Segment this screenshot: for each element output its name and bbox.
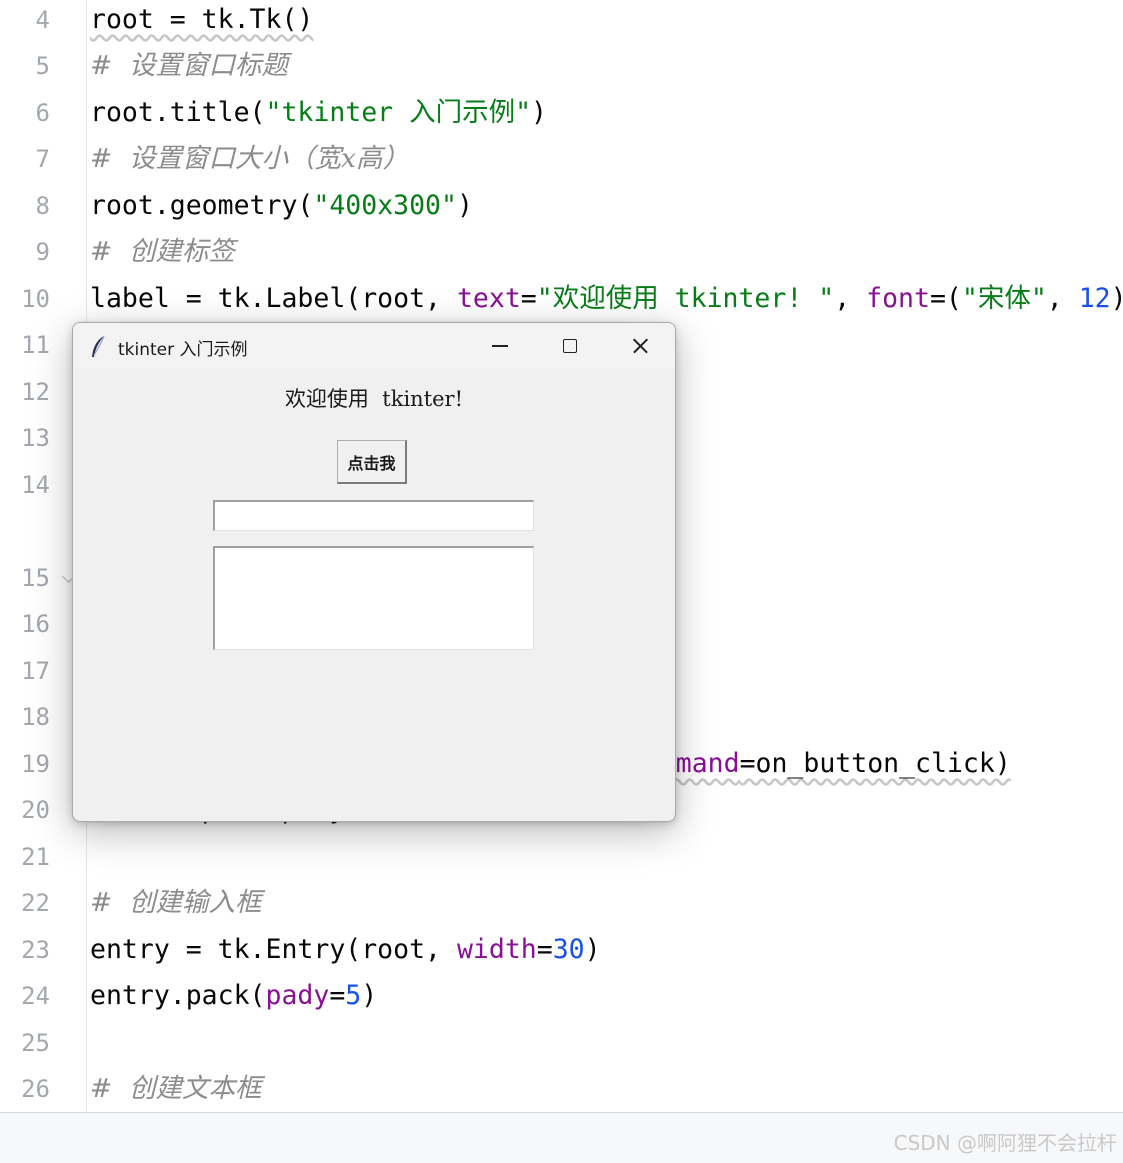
close-button[interactable]: [605, 323, 675, 369]
line-number: 15: [21, 564, 50, 592]
minimize-button[interactable]: [465, 323, 535, 369]
click-me-button[interactable]: 点击我: [337, 440, 407, 484]
line-number: 7: [35, 145, 50, 173]
code-text[interactable]: entry = tk.Entry(root, width=30): [90, 930, 601, 970]
line-number: 20: [21, 796, 50, 824]
code-line[interactable]: 7 # 设置窗口大小（宽x高）: [0, 139, 1123, 179]
line-number: 23: [21, 936, 50, 964]
line-number: 13: [21, 424, 50, 452]
window-title: tkinter 入门示例: [118, 340, 248, 360]
line-number: 25: [21, 1029, 50, 1057]
code-line[interactable]: 6 root.title("tkinter 入门示例"): [0, 93, 1123, 133]
code-token: font: [866, 283, 930, 314]
code-text[interactable]: # 创建标签: [90, 232, 235, 272]
code-text[interactable]: root.title("tkinter 入门示例"): [90, 93, 547, 133]
welcome-label: 欢迎使用 tkinter!: [284, 387, 464, 411]
line-number: 16: [21, 610, 50, 638]
code-token: ,: [1046, 283, 1079, 314]
tkinter-window[interactable]: tkinter 入门示例 欢迎使用 tkinter! 点击我: [72, 322, 676, 822]
code-line[interactable]: 9 # 创建标签: [0, 232, 1123, 272]
code-token: root = tk.Tk(): [90, 4, 314, 35]
code-token: =on_button_click): [739, 748, 1011, 779]
line-number: 6: [35, 99, 50, 127]
code-line[interactable]: 5 # 设置窗口标题: [0, 46, 1123, 86]
code-line[interactable]: 8 root.geometry("400x300"): [0, 186, 1123, 226]
line-number: 17: [21, 657, 50, 685]
code-token: label = tk.Label(root,: [90, 283, 457, 314]
code-token: # 设置窗口标题: [90, 50, 289, 81]
code-token: "宋体": [961, 283, 1047, 314]
code-text[interactable]: root.geometry("400x300"): [90, 186, 473, 226]
code-text[interactable]: entry.pack(pady=5): [90, 976, 377, 1016]
watermark: CSDN @啊阿狸不会拉杆: [893, 1131, 1117, 1155]
status-bar: CSDN @啊阿狸不会拉杆: [0, 1112, 1123, 1163]
line-number: 24: [21, 982, 50, 1010]
code-line[interactable]: 23 entry = tk.Entry(root, width=30): [0, 930, 1123, 970]
line-number: 19: [21, 750, 50, 778]
code-text[interactable]: # 设置窗口标题: [90, 46, 288, 86]
code-token: ): [531, 97, 548, 128]
line-number: 22: [21, 889, 50, 917]
line-number: 8: [35, 192, 50, 220]
code-token: ): [456, 190, 473, 221]
code-token: =(: [929, 283, 962, 314]
code-line[interactable]: 24 entry.pack(pady=5): [0, 976, 1123, 1016]
code-token: text: [456, 283, 521, 314]
code-line[interactable]: 21: [0, 837, 1123, 877]
code-token: # 创建文本框: [90, 1073, 262, 1104]
code-token: ): [361, 980, 378, 1011]
code-token: # 创建标签: [90, 236, 236, 267]
code-token: =: [329, 980, 346, 1011]
line-number: 12: [21, 378, 50, 406]
code-line[interactable]: 22 # 创建输入框: [0, 883, 1123, 923]
maximize-button[interactable]: [535, 323, 605, 369]
code-token: entry = tk.Entry(root,: [90, 934, 457, 965]
line-number: 9: [35, 238, 50, 266]
code-text[interactable]: label = tk.Label(root, text="欢迎使用 tkinte…: [90, 279, 1123, 319]
code-token: 30: [552, 934, 585, 965]
line-number: 21: [21, 843, 50, 871]
line-number: 18: [21, 703, 50, 731]
code-line[interactable]: 4 root = tk.Tk(): [0, 0, 1123, 40]
code-token: width: [456, 934, 537, 965]
code-token: # 设置窗口大小（宽x高）: [90, 143, 409, 174]
code-token: 12: [1078, 283, 1111, 314]
code-token: root.title(: [90, 97, 266, 128]
feather-icon: [92, 335, 105, 357]
line-number: 10: [21, 285, 50, 313]
code-token: "tkinter 入门示例": [265, 97, 532, 128]
code-token: =: [520, 283, 537, 314]
code-token: root.geometry(: [90, 190, 314, 221]
window-titlebar[interactable]: tkinter 入门示例: [73, 323, 675, 369]
code-token: =: [536, 934, 553, 965]
line-number: 14: [21, 471, 50, 499]
entry-input[interactable]: [213, 500, 534, 531]
code-text[interactable]: # 创建输入框: [90, 883, 262, 923]
code-token: entry.pack(: [90, 980, 266, 1011]
code-token: ,: [834, 283, 867, 314]
line-number: 11: [21, 331, 50, 359]
line-number: 4: [35, 6, 50, 34]
code-token: 5: [345, 980, 362, 1011]
code-token: ): [584, 934, 601, 965]
code-token: "400x300": [313, 190, 457, 221]
line-number: 26: [21, 1075, 50, 1103]
code-text[interactable]: # 创建文本框: [90, 1069, 262, 1109]
code-token: pady: [265, 980, 330, 1011]
code-token: "欢迎使用 tkinter! ": [536, 283, 835, 314]
code-token: # 创建输入框: [90, 887, 262, 918]
code-text[interactable]: root = tk.Tk(): [90, 0, 313, 40]
code-text[interactable]: # 设置窗口大小（宽x高）: [90, 139, 409, 179]
code-line[interactable]: 25: [0, 1023, 1123, 1063]
code-token: ): [1111, 283, 1123, 314]
text-area[interactable]: [213, 546, 534, 650]
line-number: 5: [35, 52, 50, 80]
code-line[interactable]: 26 # 创建文本框: [0, 1069, 1123, 1109]
code-line[interactable]: 10 label = tk.Label(root, text="欢迎使用 tkin…: [0, 279, 1123, 319]
